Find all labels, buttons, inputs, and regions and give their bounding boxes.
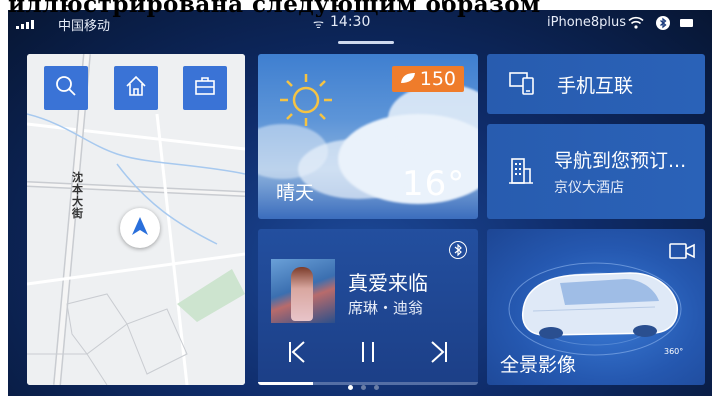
car-home-screen: 中国移动 ᯤ 14:30 iPhone8plus 沈本大街 150 晴天 16°… xyxy=(8,10,712,396)
bluetooth-icon xyxy=(656,16,670,30)
navigation-tile[interactable]: 导航到您预订... 京仪大酒店 xyxy=(487,124,705,219)
play-pause-button[interactable] xyxy=(353,339,383,369)
map-search-button[interactable] xyxy=(44,66,88,110)
connected-device-name: iPhone8plus xyxy=(547,15,627,30)
navigation-status-icon: ᯤ xyxy=(313,17,324,31)
air-quality-value: 150 xyxy=(419,68,456,90)
drawer-handle[interactable] xyxy=(338,41,394,44)
home-icon xyxy=(124,74,148,102)
panorama-view-label: 全景影像 xyxy=(500,354,577,376)
panorama-view-tile[interactable]: 全景影像 360° xyxy=(487,229,705,385)
navigation-arrow-icon xyxy=(131,216,149,240)
weather-temperature: 16° xyxy=(402,164,466,204)
previous-track-button[interactable] xyxy=(282,339,312,369)
map-street-label: 沈本大街 xyxy=(72,171,83,220)
briefcase-icon xyxy=(193,74,217,102)
skip-next-icon xyxy=(429,340,449,368)
map-home-button[interactable] xyxy=(114,66,158,110)
building-icon xyxy=(509,157,533,189)
phone-link-tile[interactable]: 手机互联 xyxy=(487,54,705,114)
album-art[interactable] xyxy=(271,259,335,323)
page-dot[interactable] xyxy=(348,385,353,390)
music-progress-fill xyxy=(258,382,313,385)
map-work-button[interactable] xyxy=(183,66,227,110)
leaf-icon xyxy=(400,68,416,90)
music-tile[interactable]: 真爱来临 席琳・迪翁 xyxy=(258,229,478,385)
navigation-title: 导航到您预订... xyxy=(554,150,687,172)
weather-tile[interactable]: 150 晴天 16° xyxy=(258,54,478,219)
carrier-name: 中国移动 xyxy=(58,19,111,34)
car-icon xyxy=(505,249,685,363)
page-dot[interactable] xyxy=(361,385,366,390)
song-artist: 席琳・迪翁 xyxy=(348,299,424,317)
weather-condition: 晴天 xyxy=(276,182,315,204)
signal-icon xyxy=(16,19,34,29)
battery-icon xyxy=(680,19,693,27)
panorama-badge: 360° xyxy=(664,347,684,356)
search-icon xyxy=(54,74,78,102)
next-track-button[interactable] xyxy=(424,339,454,369)
phone-link-icon xyxy=(509,71,535,99)
bluetooth-icon xyxy=(449,241,467,259)
phone-link-label: 手机互联 xyxy=(557,75,634,97)
page-indicator xyxy=(348,385,379,390)
pause-icon xyxy=(358,340,378,368)
map-tile[interactable]: 沈本大街 xyxy=(27,54,245,385)
current-location-marker[interactable] xyxy=(120,208,160,248)
air-quality-badge: 150 xyxy=(391,66,464,92)
sun-icon xyxy=(278,72,334,132)
page-dot[interactable] xyxy=(374,385,379,390)
page-caption: иллюстрирована следующим образом xyxy=(8,0,541,17)
navigation-destination: 京仪大酒店 xyxy=(554,180,624,196)
song-title: 真爱来临 xyxy=(348,271,428,295)
skip-previous-icon xyxy=(287,340,307,368)
wifi-icon xyxy=(628,16,644,33)
